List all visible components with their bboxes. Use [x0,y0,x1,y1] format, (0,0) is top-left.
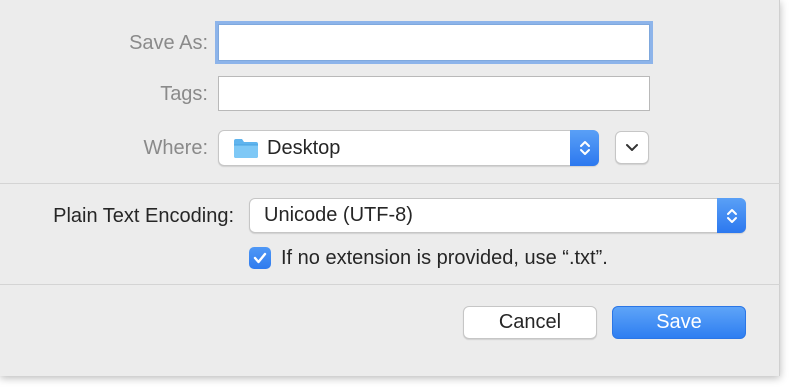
where-stepper[interactable] [570,130,599,166]
extension-checkbox-label[interactable]: If no extension is provided, use “.txt”. [281,247,608,270]
up-down-arrows-icon [726,208,737,223]
chevron-down-icon [626,143,638,151]
where-label: Where: [143,137,208,159]
folder-icon [234,138,258,158]
divider-bottom [0,284,780,285]
checkmark-icon [253,252,267,264]
save-as-input[interactable] [218,24,650,61]
tags-label: Tags: [160,83,208,105]
tags-input[interactable] [218,76,650,111]
encoding-value: Unicode (UTF-8) [264,204,413,226]
save-button[interactable]: Save [612,306,746,339]
encoding-popup[interactable]: Unicode (UTF-8) [249,198,746,233]
cancel-button[interactable]: Cancel [463,306,597,339]
extension-checkbox[interactable] [249,247,271,269]
where-value: Desktop [267,136,341,159]
save-dialog: Save As: Tags: Where: Desktop Plain Text… [0,0,780,376]
encoding-label: Plain Text Encoding: [53,205,234,227]
where-popup[interactable]: Desktop [218,130,599,166]
encoding-stepper[interactable] [717,198,746,233]
divider-top [0,183,780,184]
up-down-arrows-icon [579,141,590,155]
expand-dialog-button[interactable] [615,131,649,164]
save-as-label: Save As: [129,32,208,54]
